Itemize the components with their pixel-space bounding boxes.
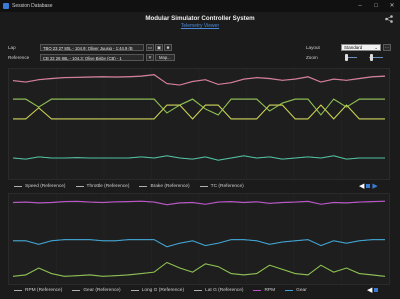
layout-select[interactable]: Standard ⌄ [341,44,381,51]
minimize-button[interactable]: – [352,0,368,12]
lap-dropdown[interactable]: TBO 23 27 80L - 104.9: Oliver Juusig - 1… [40,44,144,51]
legend-item-rpm-reference: RPM (Reference) [14,288,62,293]
legend-item-latg-reference: Lat G (Reference) [194,288,243,293]
chevron-down-icon: ⌄ [374,45,378,50]
save-icon[interactable]: ▣ [155,44,163,51]
close-button[interactable]: ✕ [384,0,400,12]
maximize-button[interactable]: □ [368,0,384,12]
legend-pager-top[interactable]: ◀ ▶ [358,182,379,190]
window-titlebar: Session Database – □ ✕ [0,0,400,12]
legend-top: Speed (Reference) Throttle (Reference) B… [14,184,254,189]
legend-bottom: RPM (Reference) Gear (Reference) Long G … [14,288,317,293]
page-header: Modular Simulator Controller System Tele… [0,12,400,38]
legend-item-rpm: RPM [253,288,275,293]
telemetry-chart-bottom[interactable] [8,193,390,285]
reference-dropdown[interactable]: CB 22 26 86L - 104.3: Olive Bisby (CB) -… [40,54,144,61]
zoom-label: Zoom [306,55,318,60]
legend-pager-bottom[interactable]: ◀ [366,286,379,294]
legend-item-speed-reference: Speed (Reference) [14,184,66,189]
prev-icon-bottom[interactable]: ◀ [367,286,372,294]
prev-icon[interactable]: ◀ [359,182,364,190]
telemetry-viewer-link[interactable]: Telemetry Viewer [0,23,400,29]
legend-item-throttle-reference: Throttle (Reference) [75,184,129,189]
layout-value: Standard [344,45,363,50]
zoom-slider-thumb-2[interactable] [370,54,373,61]
page-dot-bottom [374,288,379,292]
next-icon[interactable]: ▶ [372,182,377,190]
chart-bottom-svg [12,194,386,284]
share-icon[interactable] [384,14,394,24]
legend-item-gear-reference: Gear (Reference) [72,288,121,293]
stop-icon[interactable]: ■ [164,44,172,51]
telemetry-chart-top[interactable] [8,68,390,180]
legend-item-brake-reference: Brake (Reference) [139,184,190,189]
close-reference-icon[interactable]: ✕ [146,54,154,61]
layout-label: Layout [306,45,320,50]
legend-item-tc-reference: TC (Reference) [199,184,244,189]
zoom-slider-vertical[interactable] [365,54,387,61]
zoom-slider-thumb[interactable] [345,54,348,61]
page-title: Modular Simulator Controller System [145,15,255,22]
controls-area: Lap TBO 23 27 80L - 104.9: Oliver Juusig… [0,40,400,66]
window-title: Session Database [12,3,53,9]
map-button[interactable]: Map... [155,54,175,61]
page-dot [366,184,371,188]
chart-top-svg [12,69,386,179]
app-icon [3,3,9,9]
folder-icon[interactable]: ▭ [146,44,154,51]
reference-label: Reference [8,55,30,60]
zoom-slider-horizontal[interactable] [341,54,361,61]
legend-item-longg-reference: Long G (Reference) [130,288,184,293]
lap-label: Lap [8,45,16,50]
legend-item-gear: Gear [285,288,307,293]
settings-icon[interactable]: ⋯ [383,44,391,51]
